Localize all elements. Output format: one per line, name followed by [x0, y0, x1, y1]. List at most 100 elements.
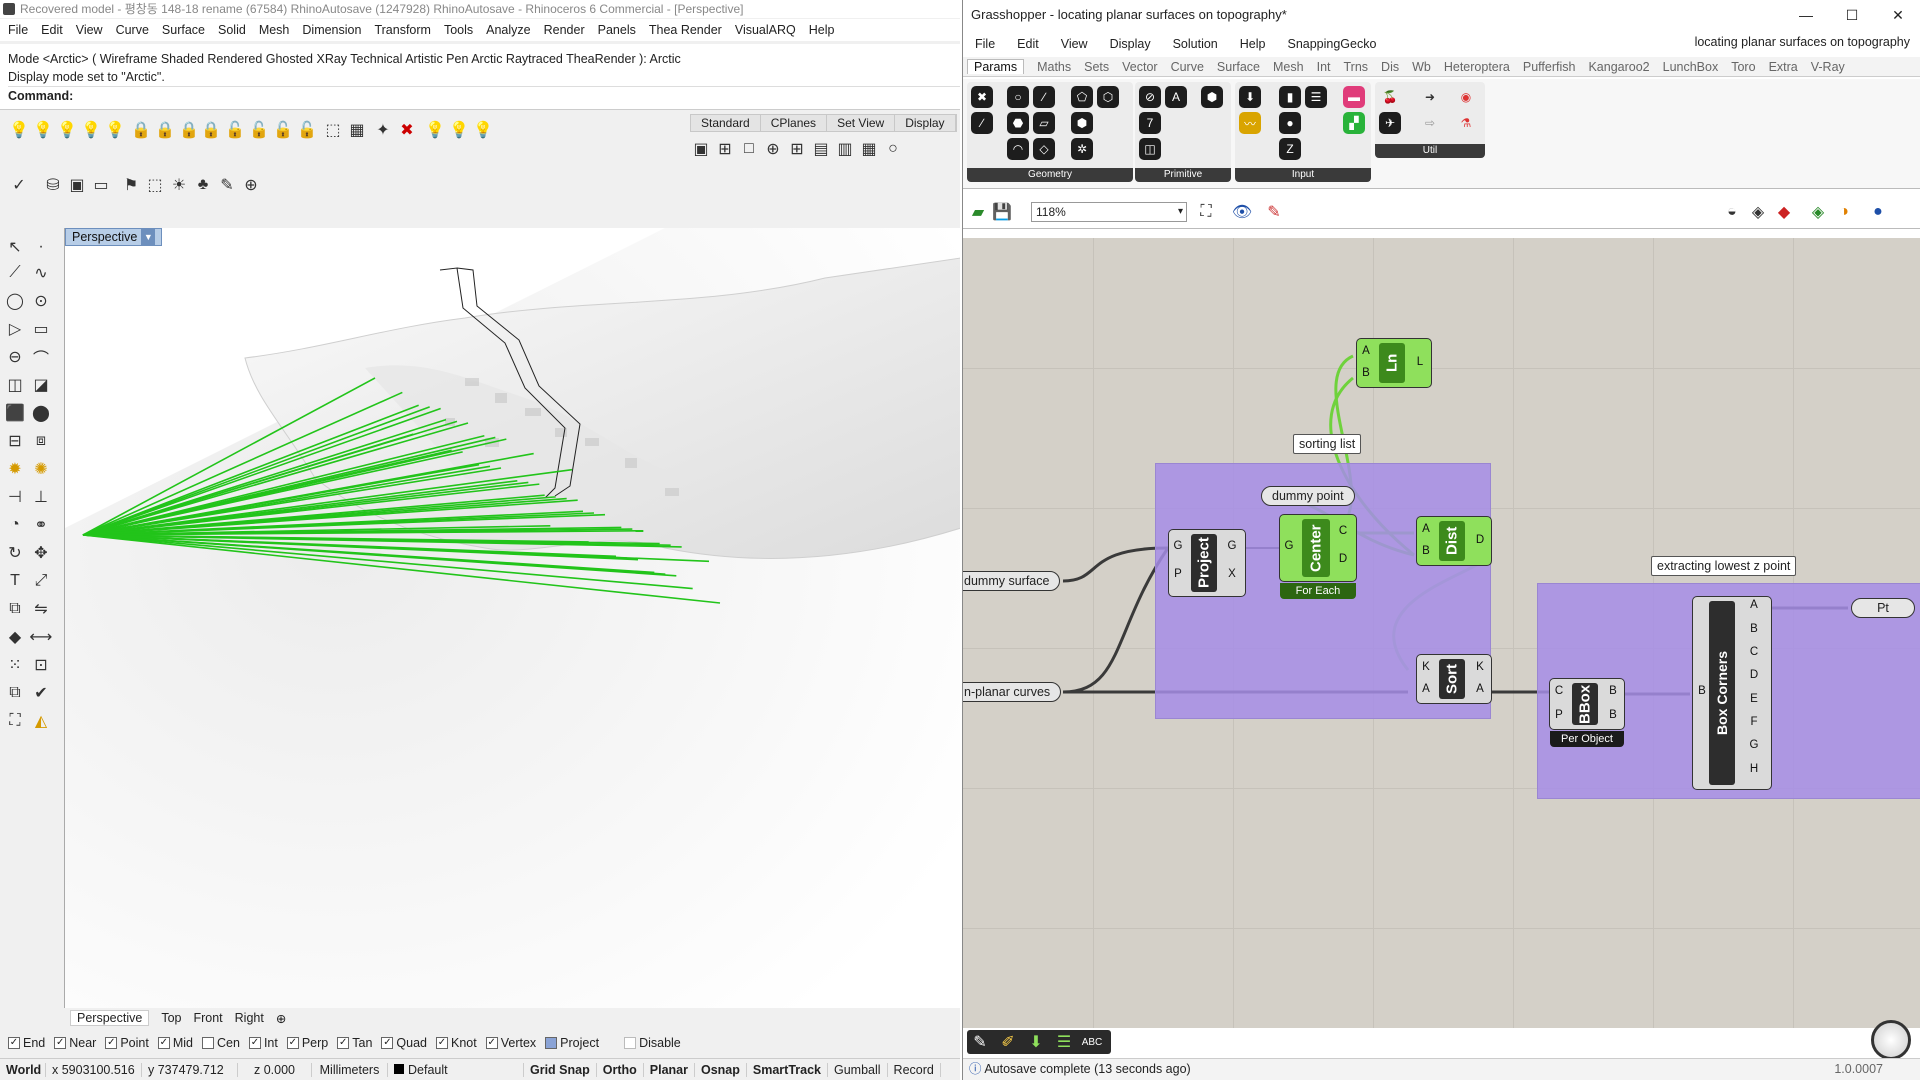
- plant-icon[interactable]: ♣: [192, 174, 214, 196]
- chevron-down-icon[interactable]: ▼: [141, 229, 156, 245]
- line-component[interactable]: A B Ln L: [1356, 338, 1432, 388]
- render-window-icon[interactable]: ▭: [90, 174, 112, 196]
- select-crossing-icon[interactable]: ▦: [346, 119, 368, 141]
- output-port[interactable]: D: [1473, 534, 1487, 546]
- preview-selected-icon[interactable]: ◆: [1773, 201, 1795, 223]
- input-port[interactable]: A: [1419, 683, 1433, 695]
- box-corners-component[interactable]: B Box Corners A B C D E F G H: [1692, 596, 1772, 790]
- sort-component[interactable]: K A Sort K A: [1416, 654, 1492, 704]
- lightbulb-icon[interactable]: 💡: [472, 119, 494, 141]
- command-prompt[interactable]: Command:: [8, 86, 960, 105]
- lightbulb-icon[interactable]: 💡: [104, 119, 126, 141]
- scale-icon[interactable]: ⤢: [30, 570, 52, 592]
- navigation-dial-icon[interactable]: [1871, 1020, 1911, 1060]
- circle-icon[interactable]: ◯: [4, 290, 26, 312]
- sphere-preview-icon[interactable]: ●: [1867, 201, 1889, 223]
- extracting-lowest-z-label[interactable]: extracting lowest z point: [1651, 556, 1797, 576]
- add-viewport-icon[interactable]: ⊕: [276, 1011, 286, 1026]
- output-port[interactable]: K: [1473, 661, 1487, 673]
- sorting-list-label[interactable]: sorting list: [1293, 434, 1362, 454]
- save-icon[interactable]: 💾: [991, 201, 1013, 223]
- text-param-icon[interactable]: A: [1165, 86, 1187, 108]
- box-icon[interactable]: ⬚: [144, 174, 166, 196]
- menu-render[interactable]: Render: [544, 23, 585, 37]
- rectangle-icon[interactable]: ▭: [30, 318, 52, 340]
- lock-icon[interactable]: 🔒: [154, 119, 176, 141]
- tab-top[interactable]: Top: [161, 1011, 181, 1025]
- osnap-int[interactable]: ✓ Int: [248, 1036, 278, 1050]
- perspective-viewport[interactable]: Perspective ▼: [64, 228, 960, 1008]
- unlock-icon[interactable]: 🔓: [224, 119, 246, 141]
- distance-component[interactable]: A B Dist D: [1416, 516, 1492, 566]
- move-icon[interactable]: ✥: [30, 542, 52, 564]
- ok-icon[interactable]: ✓: [8, 174, 30, 196]
- menu-thea-render[interactable]: Thea Render: [649, 23, 722, 37]
- tab-display[interactable]: Display: [895, 115, 956, 131]
- cplane-indicator[interactable]: World: [0, 1062, 46, 1077]
- graph-mapper-icon[interactable]: 〰: [1239, 112, 1261, 134]
- menu-surface[interactable]: Surface: [162, 23, 205, 37]
- gradient-icon[interactable]: ▬: [1343, 86, 1365, 108]
- cylinder-icon[interactable]: ⊟: [4, 430, 26, 452]
- osnap-disable[interactable]: Disable: [624, 1036, 681, 1050]
- material-preview-icon[interactable]: ◑: [1833, 201, 1855, 223]
- output-port[interactable]: D: [1336, 553, 1350, 565]
- input-port[interactable]: G: [1171, 540, 1185, 552]
- rotate-icon[interactable]: ↻: [4, 542, 26, 564]
- dimension-icon[interactable]: ⟷: [30, 626, 53, 648]
- tab-pufferfish[interactable]: Pufferfish: [1523, 60, 1576, 74]
- tab-toro[interactable]: Toro: [1731, 60, 1755, 74]
- output-port[interactable]: B: [1606, 685, 1620, 697]
- domain-param-icon[interactable]: ◫: [1139, 138, 1161, 160]
- tab-wb[interactable]: Wb: [1412, 60, 1431, 74]
- output-port[interactable]: F: [1747, 716, 1761, 728]
- osnap-tan[interactable]: ✓ Tan: [337, 1036, 372, 1050]
- sketch-icon[interactable]: ✎: [1263, 201, 1285, 223]
- menu-solid[interactable]: Solid: [218, 23, 246, 37]
- output-port[interactable]: G: [1225, 540, 1239, 552]
- close-icon[interactable]: ✕: [1875, 0, 1920, 30]
- planar-toggle[interactable]: Planar: [644, 1062, 695, 1077]
- zoom-extents-icon[interactable]: ⛶: [1195, 201, 1217, 223]
- teapot-icon[interactable]: ⛁: [42, 174, 64, 196]
- integer-param-icon[interactable]: 7: [1139, 112, 1161, 134]
- cherry-icon[interactable]: 🍒: [1379, 86, 1401, 108]
- arrow-icon[interactable]: ➜: [1419, 86, 1441, 108]
- polyline-icon[interactable]: ⟋: [4, 262, 26, 284]
- geometry-icon[interactable]: ✖: [971, 86, 993, 108]
- analyze-icon[interactable]: ⊡: [30, 654, 52, 676]
- grid-icon[interactable]: ▦: [858, 138, 880, 160]
- output-port[interactable]: G: [1747, 739, 1761, 751]
- osnap-toggle[interactable]: Osnap: [695, 1062, 747, 1077]
- menu-dimension[interactable]: Dimension: [302, 23, 361, 37]
- surface-icon[interactable]: ◫: [4, 374, 26, 396]
- pan-icon[interactable]: ⊕: [762, 138, 784, 160]
- pt-param[interactable]: Pt: [1851, 598, 1915, 618]
- single-viewport-icon[interactable]: ▣: [690, 138, 712, 160]
- delete-icon[interactable]: ✖: [396, 119, 418, 141]
- osnap-near[interactable]: ✓ Near: [54, 1036, 96, 1050]
- mesh-icon[interactable]: ⧈: [30, 430, 52, 452]
- tab-heteroptera[interactable]: Heteroptera: [1444, 60, 1510, 74]
- plane-param-icon[interactable]: ◇: [1033, 138, 1055, 160]
- output-port[interactable]: X: [1225, 568, 1239, 580]
- unlock-icon[interactable]: 🔓: [248, 119, 270, 141]
- tab-perspective[interactable]: Perspective: [70, 1010, 150, 1026]
- tab-set-view[interactable]: Set View: [827, 115, 896, 131]
- tab-mesh[interactable]: Mesh: [1273, 60, 1304, 74]
- flask-icon[interactable]: ⚗: [1455, 112, 1477, 134]
- lock-icon[interactable]: 🔒: [178, 119, 200, 141]
- input-port[interactable]: K: [1419, 661, 1433, 673]
- swatch-icon[interactable]: ▞: [1343, 112, 1365, 134]
- menu-file[interactable]: File: [8, 23, 28, 37]
- output-port[interactable]: B: [1747, 623, 1761, 635]
- extend-icon[interactable]: ⊣: [4, 486, 26, 508]
- tab-v-ray[interactable]: V-Ray: [1811, 60, 1845, 74]
- output-port[interactable]: E: [1747, 693, 1761, 705]
- osnap-perp[interactable]: ✓ Perp: [286, 1036, 328, 1050]
- viewport-title[interactable]: Perspective ▼: [65, 228, 163, 246]
- output-port[interactable]: B: [1606, 709, 1620, 721]
- shader-param-icon[interactable]: ⬢: [1201, 86, 1223, 108]
- tab-trns[interactable]: Trns: [1344, 60, 1369, 74]
- sphere-icon[interactable]: ○: [882, 138, 904, 160]
